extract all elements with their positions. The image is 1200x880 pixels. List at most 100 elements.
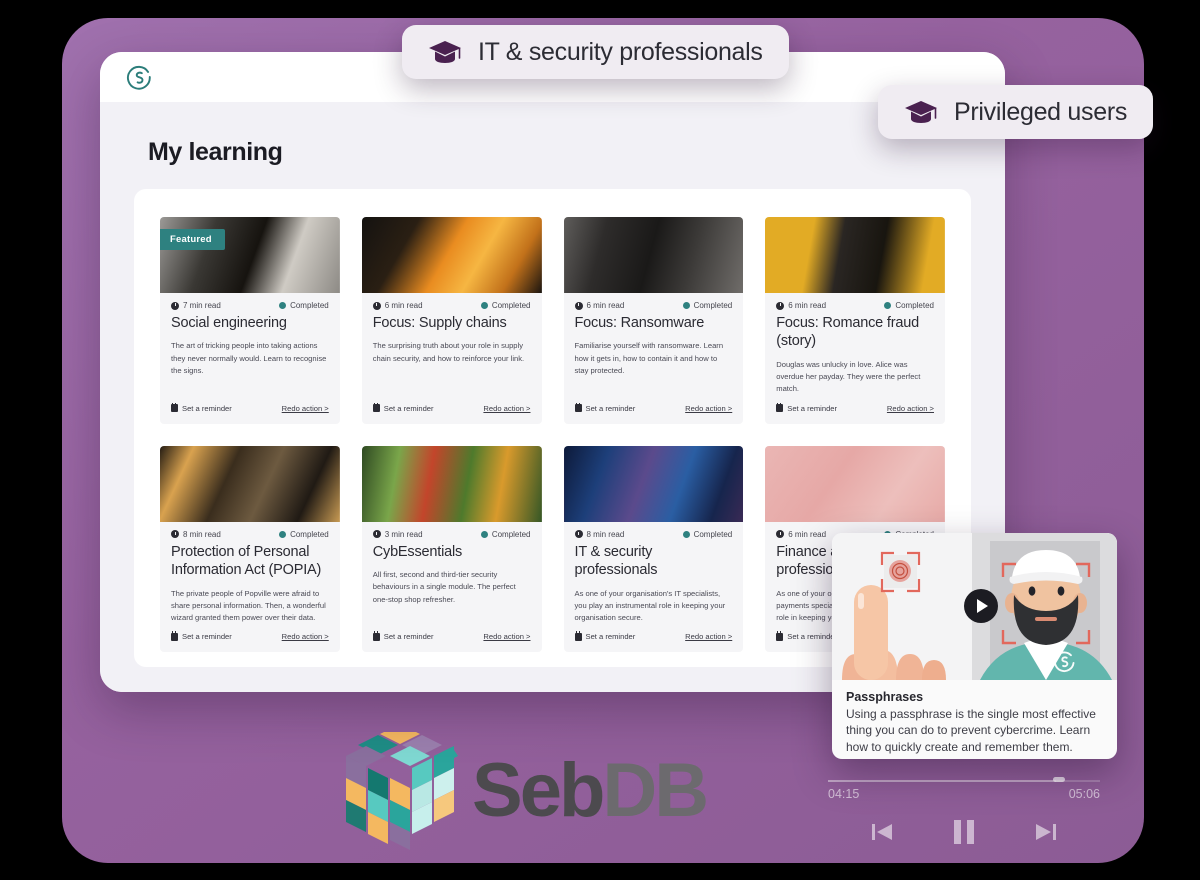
redo-action-link[interactable]: Redo action > <box>685 632 732 641</box>
card-title: Focus: Romance fraud (story) <box>776 315 919 350</box>
progress-knob[interactable] <box>1053 777 1065 782</box>
status-badge: Completed <box>693 301 733 310</box>
card-meta: 6 min read Completed <box>362 293 542 312</box>
card-actions: Set a reminder Redo action > <box>765 396 945 424</box>
card-meta: 3 min read Completed <box>362 522 542 541</box>
card-actions: Set a reminder Redo action > <box>160 624 340 652</box>
media-player-controls[interactable]: 04:15 05:06 <box>828 777 1100 847</box>
sebdb-word-db: DB <box>602 748 709 833</box>
clock-icon <box>776 301 785 310</box>
chip-privileged-users[interactable]: Privileged users <box>878 85 1154 139</box>
sebdb-cube-icon <box>346 732 458 850</box>
card-thumbnail <box>361 445 542 522</box>
redo-action-link[interactable]: Redo action > <box>483 404 530 413</box>
card-description: The private people of Popville were afra… <box>171 588 326 623</box>
card-thumbnail <box>765 217 945 293</box>
status-dot-icon <box>884 302 892 309</box>
clock-icon <box>372 530 381 539</box>
learning-card[interactable]: 8 min read Completed Protection of Persona… <box>160 445 340 653</box>
progress-fill <box>828 780 1056 782</box>
card-meta: 8 min read Completed <box>564 522 744 541</box>
set-reminder-button[interactable]: Set a reminder <box>574 631 636 642</box>
status-badge: Completed <box>895 301 934 310</box>
card-actions: Set a reminder Redo action > <box>564 624 744 652</box>
set-reminder-button[interactable]: Set a reminder <box>171 402 232 413</box>
learning-card[interactable]: 6 min read Completed Focus: Supply chains T… <box>361 217 542 424</box>
card-duration: 8 min read <box>183 529 221 539</box>
card-meta: 6 min read Completed <box>564 293 744 312</box>
status-dot-icon <box>279 530 287 538</box>
redo-action-link[interactable]: Redo action > <box>282 404 329 413</box>
pause-icon[interactable] <box>951 817 977 847</box>
card-duration: 6 min read <box>586 301 625 310</box>
set-reminder-label: Set a reminder <box>787 403 838 413</box>
graduation-cap-icon <box>905 101 937 123</box>
set-reminder-button[interactable]: Set a reminder <box>776 631 837 641</box>
redo-action-link[interactable]: Redo action > <box>483 632 530 641</box>
clock-icon <box>776 530 785 539</box>
calendar-icon <box>776 402 784 413</box>
skip-next-icon[interactable] <box>1033 819 1059 845</box>
status-badge: Completed <box>290 529 329 539</box>
set-reminder-label: Set a reminder <box>383 632 434 642</box>
card-title: Focus: Supply chains <box>372 315 507 331</box>
sebdb-wordmark: SebDB <box>472 753 709 829</box>
card-thumbnail: Featured <box>160 217 340 293</box>
card-duration: 8 min read <box>586 529 625 539</box>
current-time: 04:15 <box>828 787 860 801</box>
video-popup[interactable]: Passphrases Using a passphrase is the si… <box>832 533 1117 759</box>
learning-card[interactable]: 3 min read Completed CybEssentials All firs… <box>361 445 542 653</box>
card-description: The surprising truth about your role in … <box>372 341 525 363</box>
total-time: 05:06 <box>1068 787 1100 801</box>
status-dot-icon <box>480 530 488 538</box>
status-badge: Completed <box>491 529 531 539</box>
card-thumbnail <box>563 217 744 293</box>
card-thumbnail <box>563 445 744 522</box>
status-dot-icon <box>480 302 488 309</box>
learning-card[interactable]: Featured 7 min read Completed Social engine… <box>160 217 340 424</box>
skip-previous-icon[interactable] <box>869 819 895 845</box>
redo-action-link[interactable]: Redo action > <box>887 404 934 413</box>
set-reminder-label: Set a reminder <box>383 403 434 413</box>
redo-action-link[interactable]: Redo action > <box>282 632 329 641</box>
set-reminder-button[interactable]: Set a reminder <box>372 631 434 642</box>
player-times: 04:15 05:06 <box>828 787 1100 801</box>
card-description: Douglas was unlucky in love. Alice was o… <box>776 359 921 394</box>
card-duration: 6 min read <box>788 301 827 310</box>
card-actions: Set a reminder Redo action > <box>362 624 542 652</box>
card-actions: Set a reminder Redo action > <box>564 396 744 424</box>
learning-card[interactable]: 8 min read Completed IT & security profess… <box>563 445 744 653</box>
page-title: My learning <box>148 138 283 166</box>
set-reminder-button[interactable]: Set a reminder <box>574 402 636 413</box>
card-thumbnail <box>765 445 945 522</box>
set-reminder-button[interactable]: Set a reminder <box>372 402 434 413</box>
set-reminder-label: Set a reminder <box>585 632 636 642</box>
card-description: As one of your organisation's IT special… <box>574 588 726 623</box>
learning-card[interactable]: 6 min read Completed Focus: Ransomware Fami… <box>563 217 744 424</box>
sebdb-logo: SebDB <box>338 732 709 850</box>
card-title: Protection of Personal Information Act (… <box>171 543 322 579</box>
video-popup-text: Passphrases Using a passphrase is the si… <box>832 680 1117 755</box>
calendar-icon <box>574 631 582 641</box>
seb-logo-icon[interactable] <box>126 64 152 90</box>
set-reminder-button[interactable]: Set a reminder <box>776 402 838 413</box>
learning-card[interactable]: 6 min read Completed Focus: Romance fraud … <box>765 217 945 424</box>
card-description: Familiarise yourself with ransomware. Le… <box>574 341 724 375</box>
play-icon[interactable] <box>964 589 998 623</box>
card-thumbnail <box>160 445 340 522</box>
chip-it-security-professionals[interactable]: IT & security professionals <box>402 25 789 79</box>
calendar-icon <box>372 402 380 413</box>
set-reminder-label: Set a reminder <box>182 403 232 413</box>
calendar-icon <box>574 402 582 413</box>
calendar-icon <box>171 631 178 641</box>
card-actions: Set a reminder Redo action > <box>160 396 340 424</box>
chip-label: Privileged users <box>954 97 1128 126</box>
card-actions: Set a reminder Redo action > <box>362 396 542 424</box>
card-meta: 8 min read Completed <box>160 522 340 541</box>
progress-bar[interactable] <box>828 777 1100 784</box>
set-reminder-button[interactable]: Set a reminder <box>171 631 232 641</box>
status-badge: Completed <box>693 529 733 539</box>
redo-action-link[interactable]: Redo action > <box>685 404 732 413</box>
set-reminder-label: Set a reminder <box>585 403 636 413</box>
video-popup-description: Using a passphrase is the single most ef… <box>846 707 1096 754</box>
